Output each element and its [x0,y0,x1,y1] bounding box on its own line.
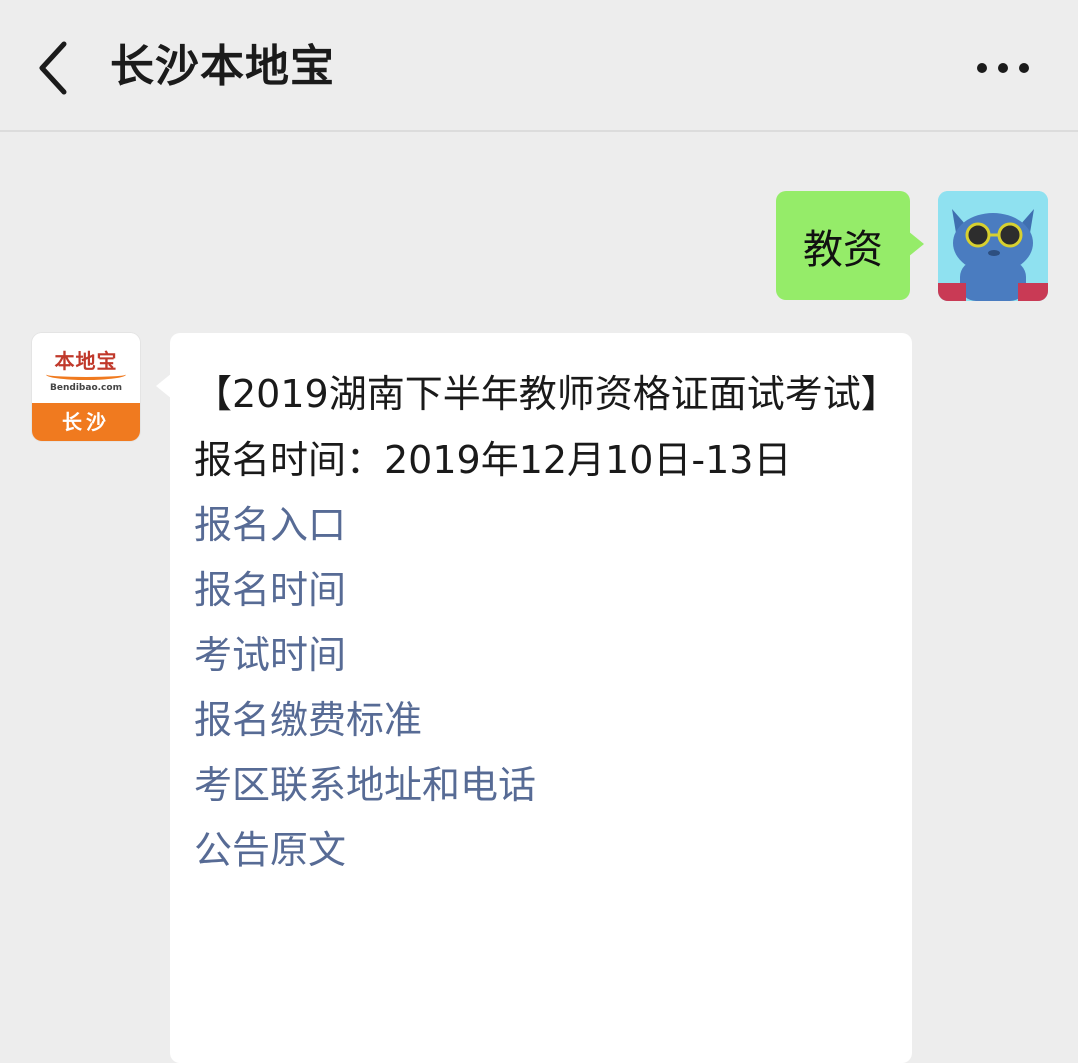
link-registration-entry[interactable]: 报名入口 [194,493,888,558]
link-original-announcement[interactable]: 公告原文 [194,818,888,883]
logo-site-text: Bendibao.com [50,383,122,393]
logo-swoosh-icon [46,369,126,380]
link-exam-time[interactable]: 考试时间 [194,623,888,688]
link-exam-area-contacts[interactable]: 考区联系地址和电话 [194,753,888,818]
chat-title: 长沙本地宝 [110,41,335,92]
logo-city-text: 长沙 [32,403,140,441]
more-horizontal-icon [977,63,1029,73]
user-avatar[interactable] [938,191,1048,301]
outgoing-message-bubble[interactable]: 教资 [776,191,924,300]
chat-header: 长沙本地宝 [0,0,1078,132]
registration-time-text: 报名时间：2019年12月10日-13日 [194,438,792,482]
logo-top: 本地宝 Bendibao.com [32,333,140,403]
cat-avatar-icon [938,191,1048,301]
link-fee-standard[interactable]: 报名缴费标准 [194,688,888,753]
link-registration-time[interactable]: 报名时间 [194,558,888,623]
official-account-avatar[interactable]: 本地宝 Bendibao.com 长沙 [32,333,140,441]
back-button[interactable] [30,38,80,98]
chevron-left-icon [39,41,67,95]
outgoing-message-text: 教资 [803,226,883,273]
incoming-message-bubble[interactable]: 【2019湖南下半年教师资格证面试考试】 报名时间：2019年12月10日-13… [156,333,912,1063]
message-title: 【2019湖南下半年教师资格证面试考试】 [194,372,899,416]
more-button[interactable] [968,48,1038,88]
